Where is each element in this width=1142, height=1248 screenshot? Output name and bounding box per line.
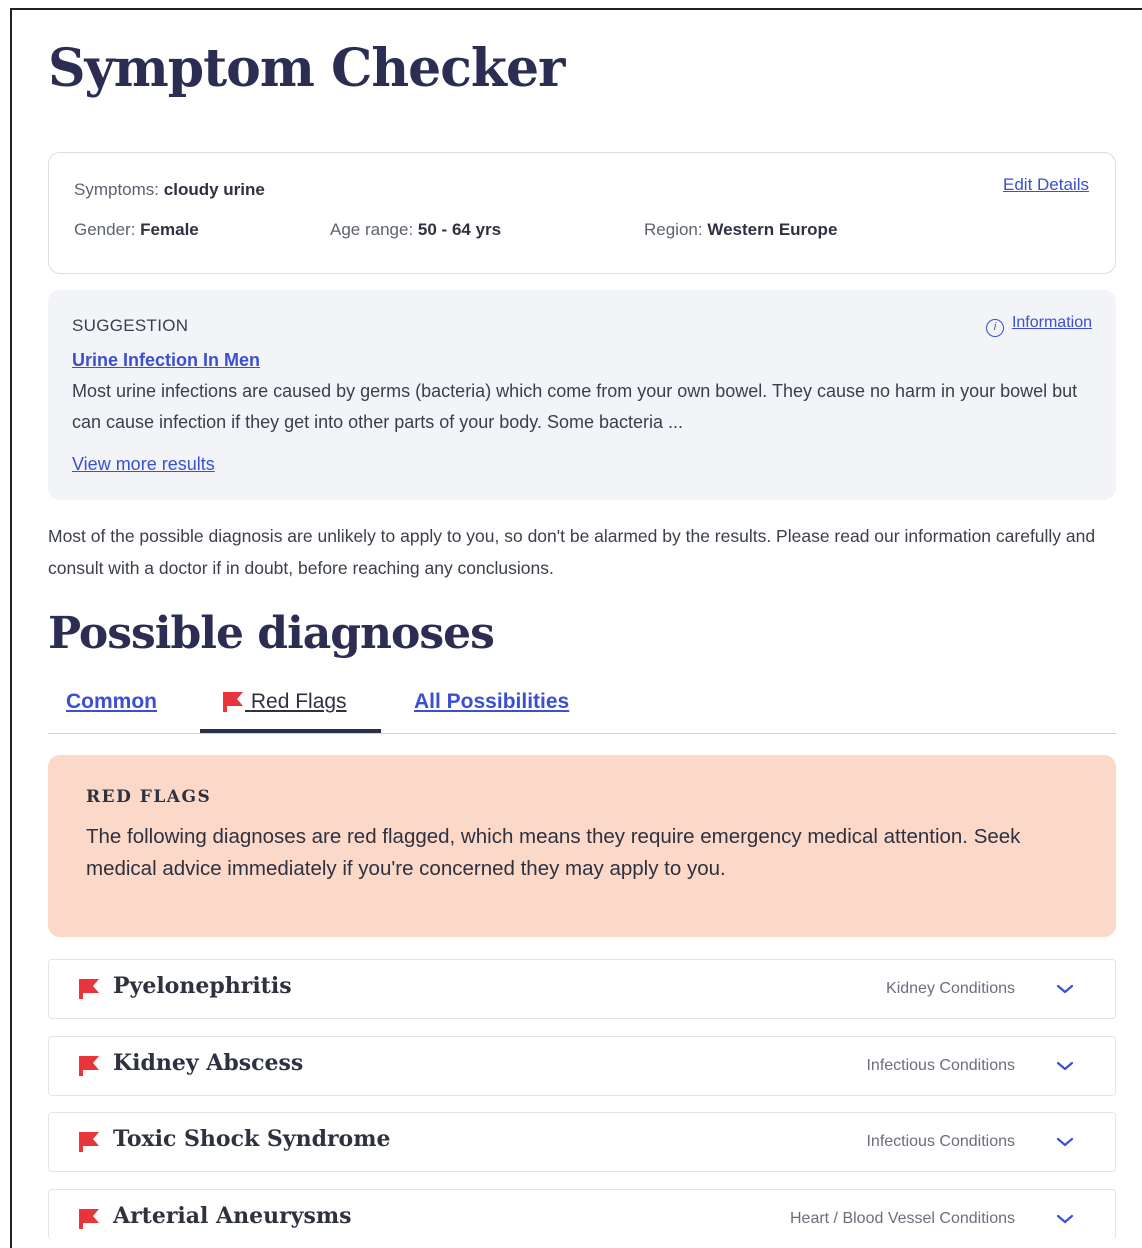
page-title: Symptom Checker (48, 38, 565, 99)
age-value: 50 - 64 yrs (417, 220, 502, 239)
age-key: Age range: (330, 220, 414, 239)
chevron-down-icon[interactable] (1055, 982, 1075, 996)
view-more-results-link[interactable]: View more results (72, 454, 215, 475)
disclaimer-text: Most of the possible diagnosis are unlik… (48, 526, 1096, 578)
flag-icon (79, 1209, 99, 1229)
alert-body: The following diagnoses are red flagged,… (86, 825, 1021, 880)
age-row: Age range: 50 - 64 yrs (330, 220, 501, 240)
gender-key: Gender: (74, 220, 136, 239)
suggestion-title-link[interactable]: Urine Infection In Men (72, 350, 260, 371)
red-flags-alert: RED FLAGS The following diagnoses are re… (48, 755, 1116, 937)
flag-icon (79, 1056, 99, 1076)
symptoms-key: Symptoms: (74, 180, 160, 199)
alert-title: RED FLAGS (86, 787, 212, 807)
symptoms-row: Symptoms: cloudy urine (74, 180, 265, 200)
flag-icon (223, 692, 243, 712)
tab-red-flags-label: Red Flags (250, 690, 347, 713)
diagnosis-category: Heart / Blood Vessel Conditions (789, 1210, 1015, 1227)
info-icon: i (985, 319, 1004, 337)
diagnosis-item[interactable]: Kidney Abscess Infectious Conditions (48, 1036, 1116, 1096)
information-link[interactable]: i Information (985, 314, 1092, 337)
diagnosis-name: Pyelonephritis (113, 973, 292, 999)
diagnosis-category: Infectious Conditions (866, 1057, 1015, 1074)
tab-all-possibilities[interactable]: All Possibilities (414, 690, 569, 714)
diagnosis-item[interactable]: Pyelonephritis Kidney Conditions (48, 959, 1116, 1019)
diagnosis-item[interactable]: Arterial Aneurysms Heart / Blood Vessel … (48, 1189, 1116, 1240)
suggestion-label: SUGGESTION (72, 316, 189, 335)
tab-red-flags[interactable]: Red Flags (221, 690, 347, 714)
suggestion-body: Most urine infections are caused by germ… (72, 381, 1078, 432)
diagnosis-category: Kidney Conditions (886, 980, 1015, 997)
active-tab-indicator (200, 729, 381, 733)
diagnoses-heading: Possible diagnoses (48, 608, 495, 659)
flag-icon (79, 1132, 99, 1152)
diagnosis-name: Toxic Shock Syndrome (113, 1126, 391, 1152)
diagnosis-category: Infectious Conditions (866, 1133, 1015, 1150)
diagnosis-item[interactable]: Toxic Shock Syndrome Infectious Conditio… (48, 1112, 1116, 1172)
symptoms-value: cloudy urine (163, 180, 265, 199)
chevron-down-icon[interactable] (1055, 1059, 1075, 1073)
information-label: Information (1011, 314, 1092, 331)
chevron-down-icon[interactable] (1055, 1135, 1075, 1149)
gender-row: Gender: Female (74, 220, 199, 240)
region-key: Region: (644, 220, 703, 239)
flag-icon (79, 979, 99, 999)
diagnosis-name: Arterial Aneurysms (113, 1203, 352, 1229)
tab-common[interactable]: Common (66, 690, 157, 714)
region-value: Western Europe (707, 220, 838, 239)
edit-details-link[interactable]: Edit Details (1003, 175, 1089, 195)
diagnosis-name: Kidney Abscess (113, 1050, 304, 1076)
gender-value: Female (140, 220, 199, 239)
details-card: Symptoms: cloudy urine Edit Details Gend… (48, 152, 1116, 274)
region-row: Region: Western Europe (644, 220, 837, 240)
chevron-down-icon[interactable] (1055, 1212, 1075, 1226)
suggestion-card: SUGGESTION i Information Urine Infection … (48, 290, 1116, 500)
diagnoses-tabs: Common Red Flags All Possibilities (48, 682, 1116, 734)
